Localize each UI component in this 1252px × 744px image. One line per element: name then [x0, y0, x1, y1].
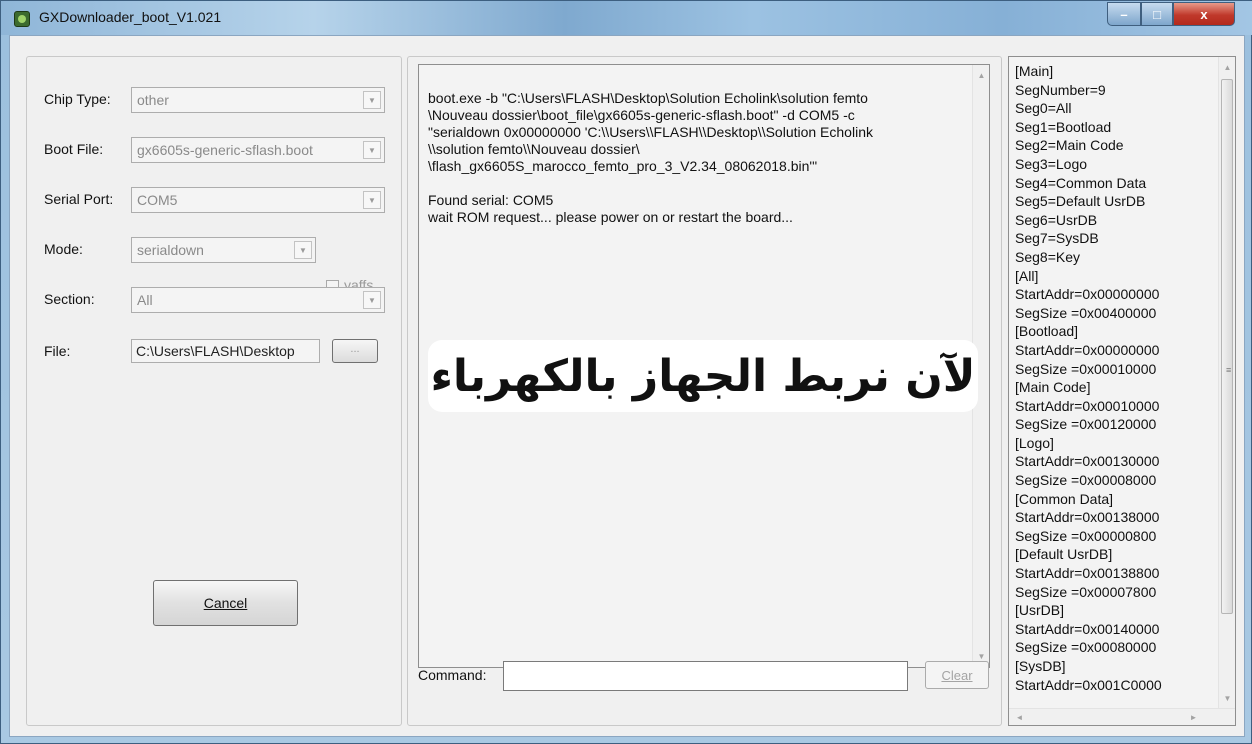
segment-info-line: SegSize =0x00000800 — [1015, 527, 1157, 544]
segment-info-line: Seg7=SysDB — [1015, 230, 1099, 247]
segment-info-panel[interactable]: [Main] SegNumber=9 Seg0=All Seg1=Bootload Se… — [1008, 56, 1236, 726]
client-area: Chip Type: other ▼ Boot File: gx6605s-ge… — [9, 35, 1245, 737]
scroll-thumb[interactable]: ≡ — [1221, 79, 1233, 614]
clear-label: Clear — [941, 667, 973, 683]
segment-info-line: Seg6=UsrDB — [1015, 211, 1098, 228]
chip-type-label: Chip Type: — [44, 91, 111, 107]
section-select[interactable]: All ▼ — [131, 287, 385, 313]
arabic-overlay-caption: لآن نربط الجهاز بالكهرباء — [428, 340, 978, 412]
boot-file-value: gx6605s-generic-sflash.boot — [137, 142, 313, 158]
segment-info-line: SegNumber=9 — [1015, 81, 1106, 98]
file-label: File: — [44, 343, 71, 359]
chip-type-select[interactable]: other ▼ — [131, 87, 385, 113]
segment-info-line: [Bootload] — [1015, 323, 1079, 340]
maximize-button[interactable]: □ — [1141, 2, 1173, 26]
mode-value: serialdown — [137, 242, 204, 258]
segment-info-list: [Main] SegNumber=9 Seg0=All Seg1=Bootload Se… — [1015, 62, 1211, 694]
scroll-down-icon[interactable]: ▼ — [1219, 690, 1235, 707]
segment-info-line: StartAddr=0x00010000 — [1015, 397, 1160, 414]
segment-info-line: Seg2=Main Code — [1015, 137, 1124, 154]
segment-info-line: SegSize =0x00010000 — [1015, 360, 1157, 377]
serial-port-select[interactable]: COM5 ▼ — [131, 187, 385, 213]
scroll-left-icon[interactable]: ◄ — [1011, 709, 1028, 725]
segment-info-line: SegSize =0x00008000 — [1015, 472, 1157, 489]
segment-info-line: StartAddr=0x00138800 — [1015, 565, 1160, 582]
scroll-up-icon[interactable]: ▲ — [973, 67, 990, 84]
app-icon[interactable] — [14, 11, 30, 27]
minimize-button[interactable]: – — [1107, 2, 1141, 26]
command-input[interactable] — [503, 661, 908, 691]
segment-info-line: StartAddr=0x001C0000 — [1015, 676, 1162, 693]
segment-info-line: StartAddr=0x00138000 — [1015, 509, 1160, 526]
segment-info-line: Seg5=Default UsrDB — [1015, 193, 1146, 210]
segment-info-line: SegSize =0x00080000 — [1015, 639, 1157, 656]
segment-info-line: Seg4=Common Data — [1015, 174, 1147, 191]
segment-info-line: [Logo] — [1015, 434, 1054, 451]
segment-info-line: [Common Data] — [1015, 490, 1114, 507]
chevron-down-icon[interactable]: ▼ — [363, 141, 381, 159]
boot-file-label: Boot File: — [44, 141, 104, 157]
segment-info-line: [SysDB] — [1015, 658, 1066, 674]
segment-info-line: Seg1=Bootload — [1015, 118, 1112, 135]
clear-button[interactable]: Clear — [925, 661, 989, 689]
segment-info-line: Seg8=Key — [1015, 248, 1080, 265]
mode-select[interactable]: serialdown ▼ — [131, 237, 316, 263]
log-text: boot.exe -b "C:\Users\FLASH\Desktop\Solu… — [428, 90, 873, 225]
chevron-down-icon[interactable]: ▼ — [363, 91, 381, 109]
cancel-label: Cancel — [203, 595, 248, 611]
segment-info-line: [Main] — [1015, 63, 1054, 79]
segment-info-line: [Main Code] — [1015, 379, 1091, 396]
scroll-up-icon[interactable]: ▲ — [1219, 59, 1235, 76]
segment-info-line: [All] — [1015, 267, 1039, 284]
log-panel: boot.exe -b "C:\Users\FLASH\Desktop\Solu… — [407, 56, 1002, 726]
file-path-field[interactable]: C:\Users\FLASH\Desktop — [131, 339, 320, 363]
cancel-button[interactable]: Cancel — [153, 580, 298, 626]
segment-info-line: SegSize =0x00120000 — [1015, 416, 1157, 433]
title-bar[interactable]: GXDownloader_boot_V1.021 – □ x — [1, 1, 1252, 35]
segment-info-line: StartAddr=0x00140000 — [1015, 620, 1160, 637]
segment-info-line: Seg0=All — [1015, 100, 1072, 117]
serial-port-value: COM5 — [137, 192, 178, 208]
section-value: All — [137, 292, 153, 308]
segment-info-line: StartAddr=0x00000000 — [1015, 286, 1160, 303]
segment-info-line: StartAddr=0x00130000 — [1015, 453, 1160, 470]
boot-file-select[interactable]: gx6605s-generic-sflash.boot ▼ — [131, 137, 385, 163]
browse-button[interactable]: ... — [332, 339, 378, 363]
app-window: GXDownloader_boot_V1.021 – □ x Chip Type… — [0, 0, 1252, 744]
segment-info-line: SegSize =0x00007800 — [1015, 583, 1157, 600]
segment-info-line: [Default UsrDB] — [1015, 546, 1113, 563]
settings-panel: Chip Type: other ▼ Boot File: gx6605s-ge… — [26, 56, 402, 726]
close-button[interactable]: x — [1173, 2, 1235, 26]
info-horizontal-scrollbar[interactable]: ◄ ► — [1009, 708, 1235, 725]
segment-info-line: Seg3=Logo — [1015, 155, 1088, 172]
chip-type-value: other — [137, 92, 169, 108]
segment-info-line: SegSize =0x00400000 — [1015, 304, 1157, 321]
info-vertical-scrollbar[interactable]: ▲ ≡ ▼ — [1218, 57, 1235, 709]
chevron-down-icon[interactable]: ▼ — [363, 291, 381, 309]
chevron-down-icon[interactable]: ▼ — [363, 191, 381, 209]
mode-label: Mode: — [44, 241, 83, 257]
section-label: Section: — [44, 291, 95, 307]
grip-icon: ≡ — [1226, 365, 1232, 375]
chevron-down-icon[interactable]: ▼ — [294, 241, 312, 259]
segment-info-line: StartAddr=0x00000000 — [1015, 341, 1160, 358]
segment-info-line: [UsrDB] — [1015, 602, 1064, 619]
serial-port-label: Serial Port: — [44, 191, 114, 207]
scroll-right-icon[interactable]: ► — [1185, 709, 1202, 725]
command-label: Command: — [418, 667, 487, 683]
window-title: GXDownloader_boot_V1.021 — [39, 9, 222, 25]
